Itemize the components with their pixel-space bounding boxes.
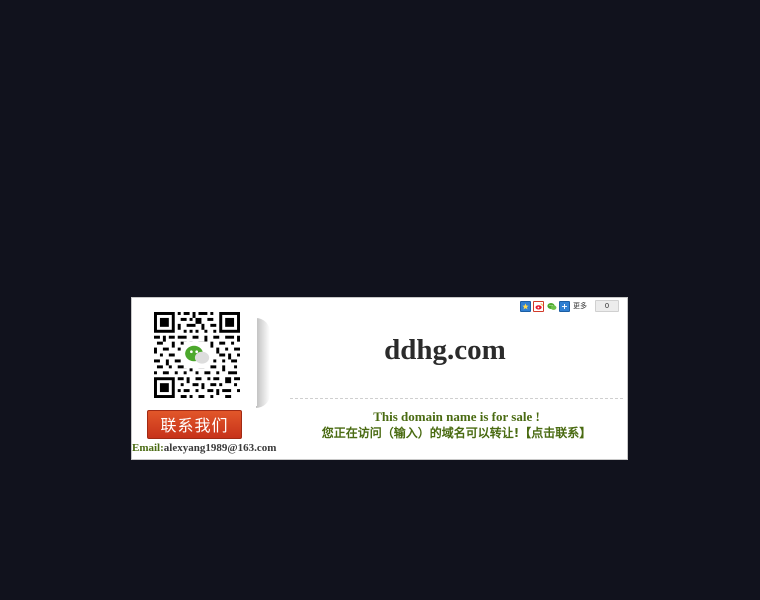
qr-code [144,308,257,406]
more-share-label[interactable]: 更多 [573,301,587,311]
click-contact-link[interactable]: 【点击联系】 [519,426,591,440]
sale-notice-chinese: 您正在访问（输入）的域名可以转让!【点击联系】 [290,424,623,441]
email-line: Email:alexyang1989@163.com [132,442,276,454]
more-plus-icon[interactable]: + [559,300,570,312]
wechat-icon[interactable] [546,300,557,312]
qr-shadow [256,318,270,408]
wechat-qr-code-icon [154,312,240,398]
email-address[interactable]: alexyang1989@163.com [164,442,277,454]
email-label: Email: [132,442,164,454]
qzone-icon[interactable] [520,300,531,312]
sale-notice-english: This domain name is for sale ! [373,409,540,424]
contact-us-button[interactable]: 联系我们 [147,410,242,439]
contact-column: 联系我们 Email:alexyang1989@163.com [132,298,276,459]
domain-sale-card: 联系我们 Email:alexyang1989@163.com + 更多 0 d… [131,297,628,460]
dashed-divider [290,398,623,399]
weibo-icon[interactable] [533,300,544,312]
share-toolbar: + 更多 0 [520,300,619,312]
domain-title: ddhg.com [384,334,506,366]
sale-notice-chinese-text: 您正在访问（输入）的域名可以转让! [321,426,520,440]
share-count-badge: 0 [595,300,619,312]
